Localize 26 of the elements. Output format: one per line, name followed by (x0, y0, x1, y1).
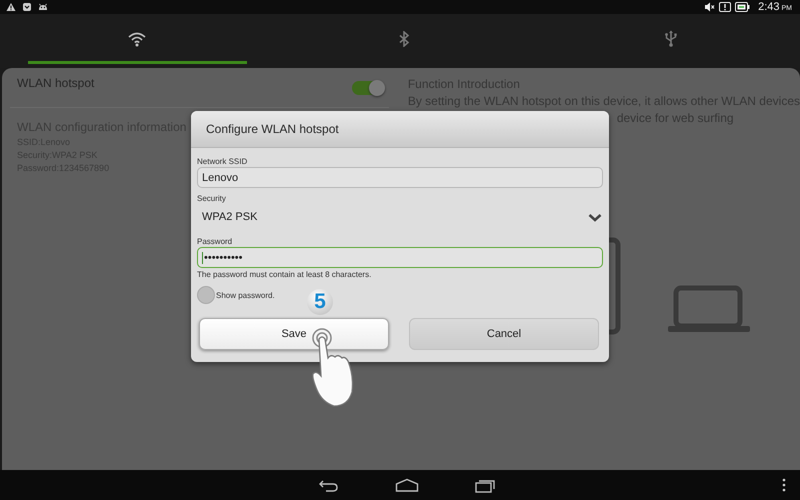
field-label: Network SSID (197, 156, 248, 167)
field-label: Security (197, 193, 227, 204)
input-field[interactable]: Lenovo (197, 167, 603, 188)
setting-label: WLAN hotspot (17, 76, 94, 90)
save-button[interactable]: Save (199, 318, 389, 350)
recent-apps-icon[interactable] (475, 478, 496, 492)
bluetooth-icon (398, 30, 410, 46)
toggle-switch[interactable] (352, 80, 384, 94)
usb-icon (664, 30, 678, 47)
cancel-button[interactable]: Cancel (409, 318, 599, 350)
wifi-icon (128, 30, 146, 46)
clock-time: 2:43 (758, 1, 780, 13)
chevron-down-icon (588, 212, 602, 222)
battery-icon (735, 1, 750, 13)
checkbox-label: Show password. (216, 290, 275, 300)
dialog-title: Configure WLAN hotspot (206, 122, 339, 136)
home-icon[interactable] (395, 478, 419, 492)
input-field[interactable]: •••••••••• (197, 247, 603, 268)
muted-speaker-icon (704, 1, 716, 13)
hint-text: The password must contain at least 8 characters. (197, 270, 372, 280)
overflow-menu-icon[interactable] (782, 478, 786, 492)
security-dropdown[interactable]: WPA2 PSK (197, 204, 603, 230)
alert-icon (719, 1, 732, 13)
field-label: Password (197, 236, 234, 247)
back-icon[interactable] (318, 478, 339, 492)
checkbox[interactable] (197, 286, 215, 304)
